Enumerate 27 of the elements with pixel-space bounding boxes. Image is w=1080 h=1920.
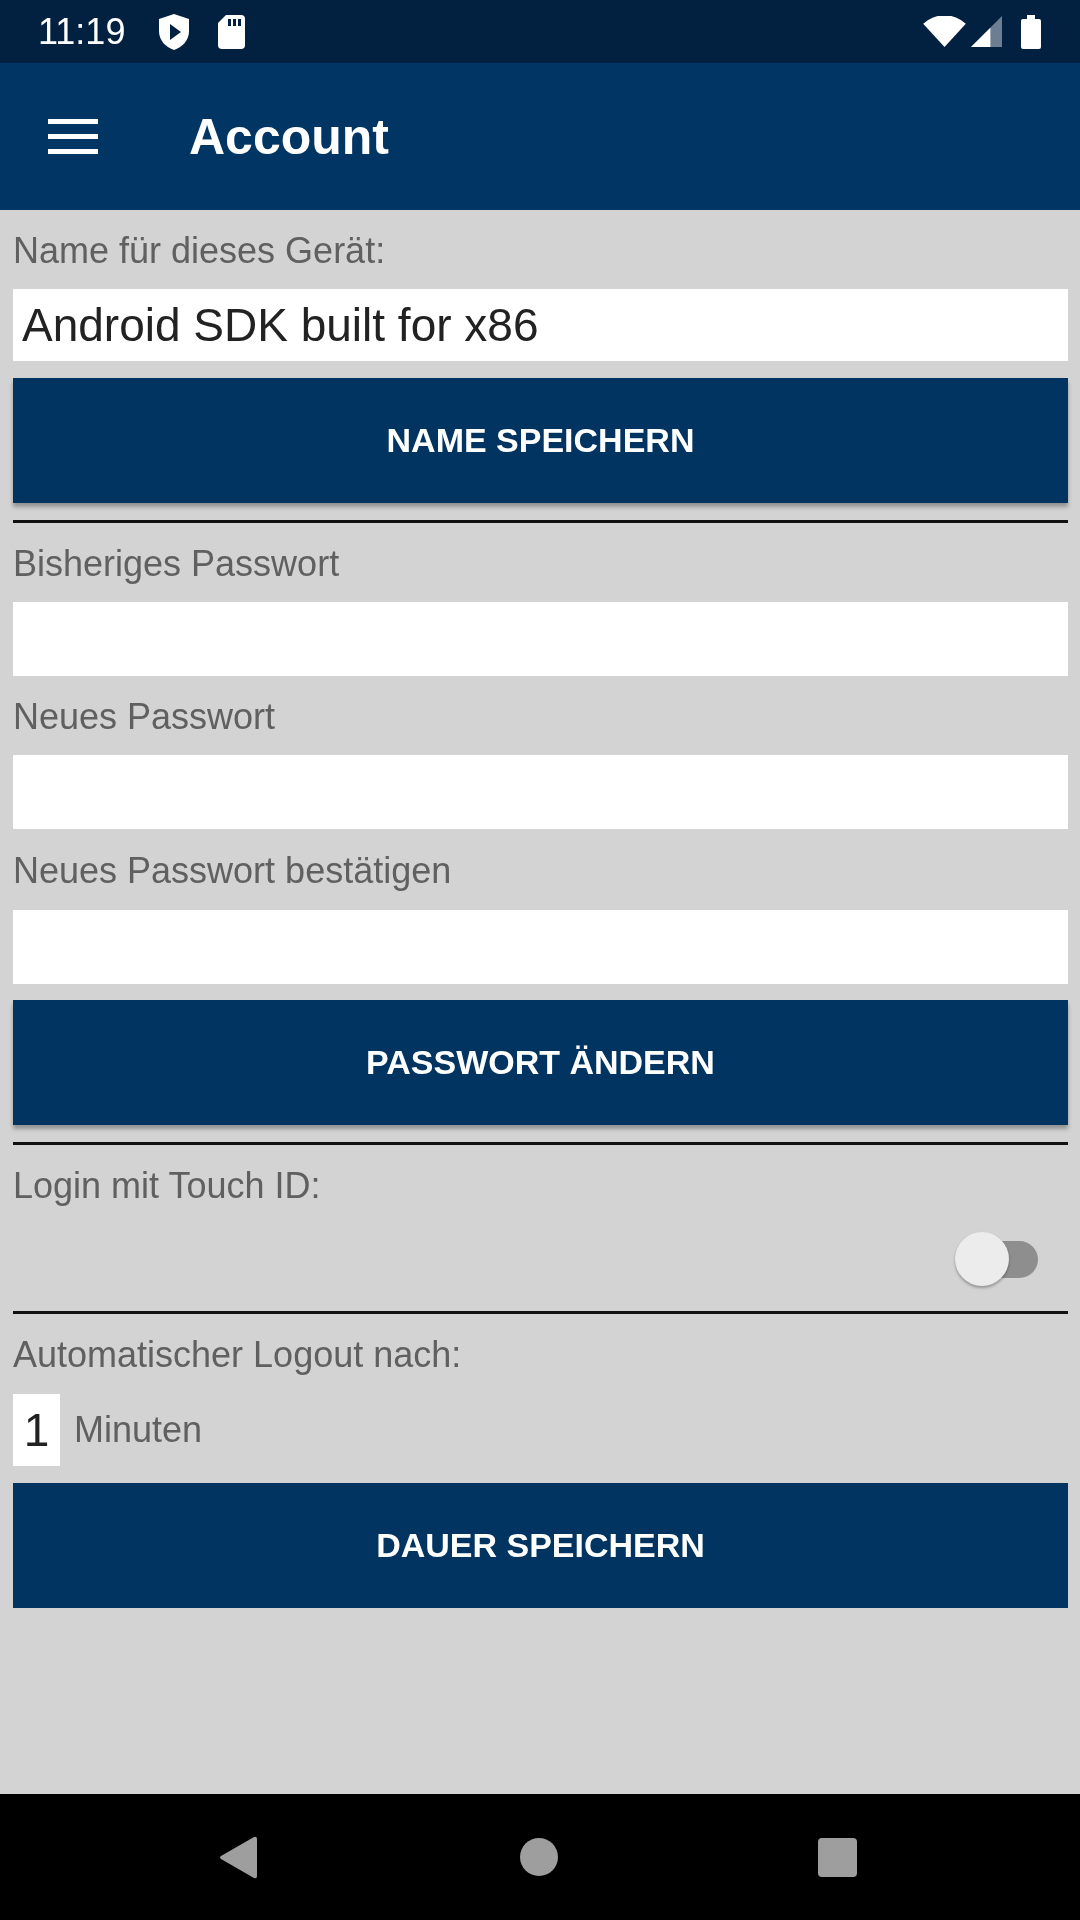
battery-icon	[1021, 14, 1041, 49]
save-duration-button[interactable]: DAUER SPEICHERN	[13, 1483, 1068, 1608]
menu-icon[interactable]	[48, 119, 98, 154]
home-icon[interactable]	[520, 1838, 558, 1876]
field-label: Neues Passwort	[13, 695, 276, 739]
screen-title: Account	[189, 107, 389, 167]
recents-icon[interactable]	[818, 1837, 857, 1877]
clock-time: 11:19	[38, 11, 126, 52]
field-label: Login mit Touch ID:	[13, 1164, 321, 1208]
wifi-icon	[923, 16, 966, 47]
save-name-button[interactable]: NAME SPEICHERN	[13, 378, 1068, 503]
number-field[interactable]: 1	[13, 1394, 60, 1466]
back-icon[interactable]	[220, 1835, 257, 1879]
input-field[interactable]	[13, 755, 1068, 829]
sd-card-icon	[218, 14, 246, 49]
input-field[interactable]: Android SDK built for x86	[13, 289, 1068, 361]
shield-icon	[159, 13, 190, 50]
field-label: Automatischer Logout nach:	[13, 1333, 462, 1377]
unit-label: Minuten	[74, 1408, 203, 1452]
field-label: Name für dieses Gerät:	[13, 229, 386, 273]
input-field[interactable]	[13, 602, 1068, 676]
change-password-button[interactable]: PASSWORT ÄNDERN	[13, 1000, 1068, 1125]
input-field[interactable]	[13, 910, 1068, 984]
field-label: Neues Passwort bestätigen	[13, 849, 452, 893]
field-label: Bisheriges Passwort	[13, 542, 340, 586]
toggle-switch[interactable]	[955, 1232, 1038, 1286]
signal-icon	[971, 16, 1002, 47]
